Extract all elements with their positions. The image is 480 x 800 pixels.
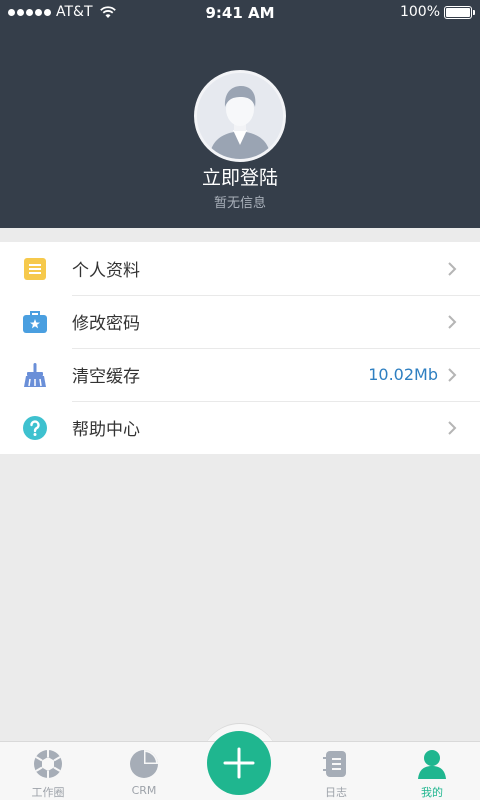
tab-label: CRM [131, 784, 157, 797]
chevron-right-icon [448, 421, 457, 435]
tab-log[interactable]: 日志 [288, 742, 384, 800]
cache-size-value: 10.02Mb [368, 365, 438, 384]
menu-item-change-password[interactable]: 修改密码 [0, 295, 480, 348]
log-list-icon [323, 751, 346, 777]
profile-subtitle: 暂无信息 [213, 196, 266, 211]
default-avatar-icon [197, 73, 283, 159]
status-right: 100% [399, 4, 475, 20]
battery-percent: 100% [399, 4, 440, 20]
pie-chart-icon [130, 750, 158, 778]
settings-menu: 个人资料 修改密码 清空缓存 10.02Mb 帮助中心 [0, 242, 480, 454]
menu-item-label: 修改密码 [72, 314, 140, 334]
tab-label: 我的 [421, 786, 443, 799]
plus-icon [223, 747, 255, 779]
menu-item-help-center[interactable]: 帮助中心 [0, 401, 480, 454]
profile-header: AT&T 9:41 AM 100% 立即登陆 暂无信息 [0, 0, 480, 228]
tab-mine[interactable]: 我的 [384, 742, 480, 800]
battery-icon [444, 5, 475, 19]
add-button[interactable] [207, 731, 271, 795]
menu-item-label: 个人资料 [72, 261, 140, 281]
menu-item-label: 帮助中心 [72, 420, 140, 440]
person-icon [418, 750, 446, 779]
aperture-icon [34, 750, 62, 778]
document-icon [24, 258, 46, 280]
tab-label: 工作圈 [31, 786, 65, 799]
menu-item-label: 清空缓存 [72, 367, 140, 387]
menu-item-profile[interactable]: 个人资料 [0, 242, 480, 295]
lock-box-icon [23, 311, 47, 333]
help-icon [23, 416, 47, 440]
chevron-right-icon [448, 368, 457, 382]
tab-work-circle[interactable]: 工作圈 [0, 742, 96, 800]
login-title[interactable]: 立即登陆 [0, 163, 480, 190]
chevron-right-icon [448, 315, 457, 329]
tab-label: 日志 [325, 786, 347, 799]
menu-item-clear-cache[interactable]: 清空缓存 10.02Mb [0, 348, 480, 401]
avatar[interactable] [194, 70, 286, 162]
broom-icon [24, 363, 46, 387]
chevron-right-icon [448, 262, 457, 276]
status-bar: AT&T 9:41 AM 100% [0, 0, 480, 26]
tab-crm[interactable]: CRM [96, 742, 192, 800]
